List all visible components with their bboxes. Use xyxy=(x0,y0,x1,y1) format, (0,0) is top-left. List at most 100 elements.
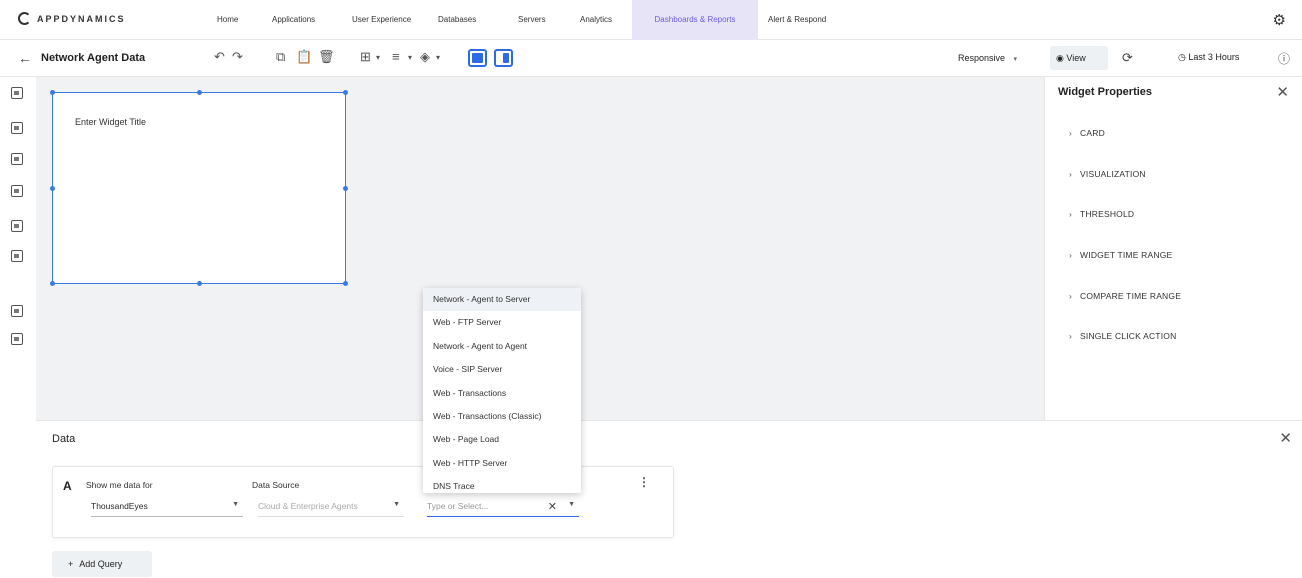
delete-icon[interactable]: 🗑 xyxy=(318,49,335,65)
eye-icon: ◉ xyxy=(1056,53,1067,63)
dropdown-option[interactable]: Web - Transactions (Classic) xyxy=(423,405,581,428)
resize-handle[interactable] xyxy=(197,281,202,286)
data-panel: Data ✕ A Show me data for ThousandEyes ▼… xyxy=(36,420,1302,578)
align-icon[interactable]: ⊞ xyxy=(360,49,371,65)
data-panel-title: Data xyxy=(52,433,76,445)
dropdown-option[interactable]: Network - Agent to Agent xyxy=(423,335,581,358)
chevron-down-icon[interactable]: ▼ xyxy=(568,501,575,508)
align-dropdown-icon[interactable]: ▾ xyxy=(376,53,380,62)
layers-icon[interactable]: ◈ xyxy=(420,49,430,65)
resize-handle[interactable] xyxy=(343,281,348,286)
time-range-label: Last 3 Hours xyxy=(1188,52,1240,62)
data-source-select[interactable]: Cloud & Enterprise Agents ▼ xyxy=(258,499,404,517)
nav-item-databases[interactable]: Databases xyxy=(432,0,482,40)
refresh-icon[interactable]: ⟳ xyxy=(1122,50,1133,66)
more-options-icon[interactable]: ⋮ xyxy=(638,475,650,489)
layers-dropdown-icon[interactable]: ▾ xyxy=(436,53,440,62)
chevron-down-icon: ▾ xyxy=(1013,56,1018,63)
dropdown-option[interactable]: Web - Transactions xyxy=(423,382,581,405)
show-me-select[interactable]: ThousandEyes ▼ xyxy=(91,499,243,517)
widget-type-icon[interactable] xyxy=(11,333,23,345)
appdynamics-logo[interactable]: APPDYNAMICS xyxy=(18,12,126,25)
resize-handle[interactable] xyxy=(50,281,55,286)
close-icon[interactable]: ✕ xyxy=(1279,429,1292,447)
dropdown-option[interactable]: Web - Page Load xyxy=(423,428,581,451)
nav-item-applications[interactable]: Applications xyxy=(266,0,321,40)
dropdown-option[interactable]: Web - FTP Server xyxy=(423,311,581,334)
chevron-right-icon: › xyxy=(1069,128,1073,138)
test-type-input[interactable]: Type or Select... ✕ ▼ xyxy=(427,499,579,517)
section-compare-time-range[interactable]: › COMPARE TIME RANGE xyxy=(1069,291,1181,301)
widget-type-icon[interactable] xyxy=(11,153,23,165)
widget-card[interactable]: Enter Widget Title xyxy=(50,90,348,286)
resize-handle[interactable] xyxy=(343,90,348,95)
data-source-value: Cloud & Enterprise Agents xyxy=(258,501,358,511)
distribute-dropdown-icon[interactable]: ▾ xyxy=(408,53,412,62)
widget-type-icon[interactable] xyxy=(11,185,23,197)
help-icon[interactable]: ⓘ xyxy=(1278,50,1290,67)
dropdown-option[interactable]: Web - HTTP Server xyxy=(423,452,581,475)
chevron-right-icon: › xyxy=(1069,291,1073,301)
resize-handle[interactable] xyxy=(197,90,202,95)
dropdown-option[interactable]: Network - Agent to Server xyxy=(423,288,581,312)
section-visualization[interactable]: › VISUALIZATION xyxy=(1069,169,1146,179)
resize-handle[interactable] xyxy=(343,186,348,191)
view-button[interactable]: ◉ View xyxy=(1050,46,1108,70)
chevron-down-icon: ▼ xyxy=(393,501,400,508)
nav-item-servers[interactable]: Servers xyxy=(512,0,552,40)
widget-type-icon[interactable] xyxy=(11,87,23,99)
clock-icon: ◷ xyxy=(1178,52,1189,62)
section-label: VISUALIZATION xyxy=(1080,169,1146,179)
time-range-button[interactable]: ◷ Last 3 Hours xyxy=(1178,52,1239,63)
copy-icon[interactable]: ⧉ xyxy=(276,49,285,65)
clear-icon[interactable]: ✕ xyxy=(548,500,557,513)
add-query-label: Add Query xyxy=(79,559,123,569)
paste-icon[interactable]: 📋 xyxy=(296,49,312,65)
nav-item-alert-respond[interactable]: Alert & Respond xyxy=(762,0,832,40)
dropdown-option[interactable]: DNS Trace xyxy=(423,475,581,493)
widget-type-icon[interactable] xyxy=(11,305,23,317)
chevron-right-icon: › xyxy=(1069,169,1073,179)
layout-canvas-button[interactable] xyxy=(468,49,487,67)
page-title: Network Agent Data xyxy=(41,52,146,64)
widget-type-icon[interactable] xyxy=(11,220,23,232)
undo-icon[interactable]: ↶ xyxy=(214,49,225,65)
add-query-button[interactable]: + Add Query xyxy=(52,551,152,577)
resize-handle[interactable] xyxy=(50,186,55,191)
top-navigation: APPDYNAMICS Home Applications User Exper… xyxy=(0,0,1302,40)
section-card[interactable]: › CARD xyxy=(1069,128,1105,138)
nav-item-user-experience[interactable]: User Experience xyxy=(346,0,417,40)
widget-type-icon[interactable] xyxy=(11,250,23,262)
nav-item-analytics[interactable]: Analytics xyxy=(574,0,618,40)
logo-text: APPDYNAMICS xyxy=(37,13,126,24)
resize-handle[interactable] xyxy=(50,90,55,95)
responsive-select[interactable]: Responsive ▾ xyxy=(958,53,1017,63)
logo-icon xyxy=(18,12,31,25)
section-label: SINGLE CLICK ACTION xyxy=(1080,331,1177,341)
nav-item-home[interactable]: Home xyxy=(211,0,244,40)
dropdown-option[interactable]: Voice - SIP Server xyxy=(423,358,581,381)
distribute-icon[interactable]: ≡ xyxy=(392,49,400,64)
test-type-placeholder: Type or Select... xyxy=(427,501,489,511)
widget-title[interactable]: Enter Widget Title xyxy=(75,117,146,127)
chevron-right-icon: › xyxy=(1069,209,1073,219)
query-letter: A xyxy=(63,479,72,493)
section-single-click-action[interactable]: › SINGLE CLICK ACTION xyxy=(1069,331,1176,341)
section-widget-time-range[interactable]: › WIDGET TIME RANGE xyxy=(1069,250,1172,260)
widget-palette xyxy=(0,77,36,578)
section-threshold[interactable]: › THRESHOLD xyxy=(1069,209,1134,219)
back-arrow-icon[interactable]: ← xyxy=(18,50,32,66)
dashboard-toolbar: ← Network Agent Data ↶ ↷ ⧉ 📋 🗑 ⊞ ▾ ≡ ▾ ◈… xyxy=(0,41,1302,77)
chevron-right-icon: › xyxy=(1069,331,1073,341)
show-me-value: ThousandEyes xyxy=(91,501,148,511)
section-label: WIDGET TIME RANGE xyxy=(1080,250,1173,260)
nav-item-dashboards-reports[interactable]: Dashboards & Reports xyxy=(632,0,758,40)
section-label: COMPARE TIME RANGE xyxy=(1080,291,1182,301)
close-icon[interactable]: ✕ xyxy=(1276,83,1289,101)
chevron-right-icon: › xyxy=(1069,250,1073,260)
redo-icon[interactable]: ↷ xyxy=(232,49,243,65)
view-label: View xyxy=(1066,53,1086,63)
layout-panel-button[interactable] xyxy=(494,49,513,67)
gear-icon[interactable]: ⚙ xyxy=(1273,11,1286,29)
widget-type-icon[interactable] xyxy=(11,122,23,134)
